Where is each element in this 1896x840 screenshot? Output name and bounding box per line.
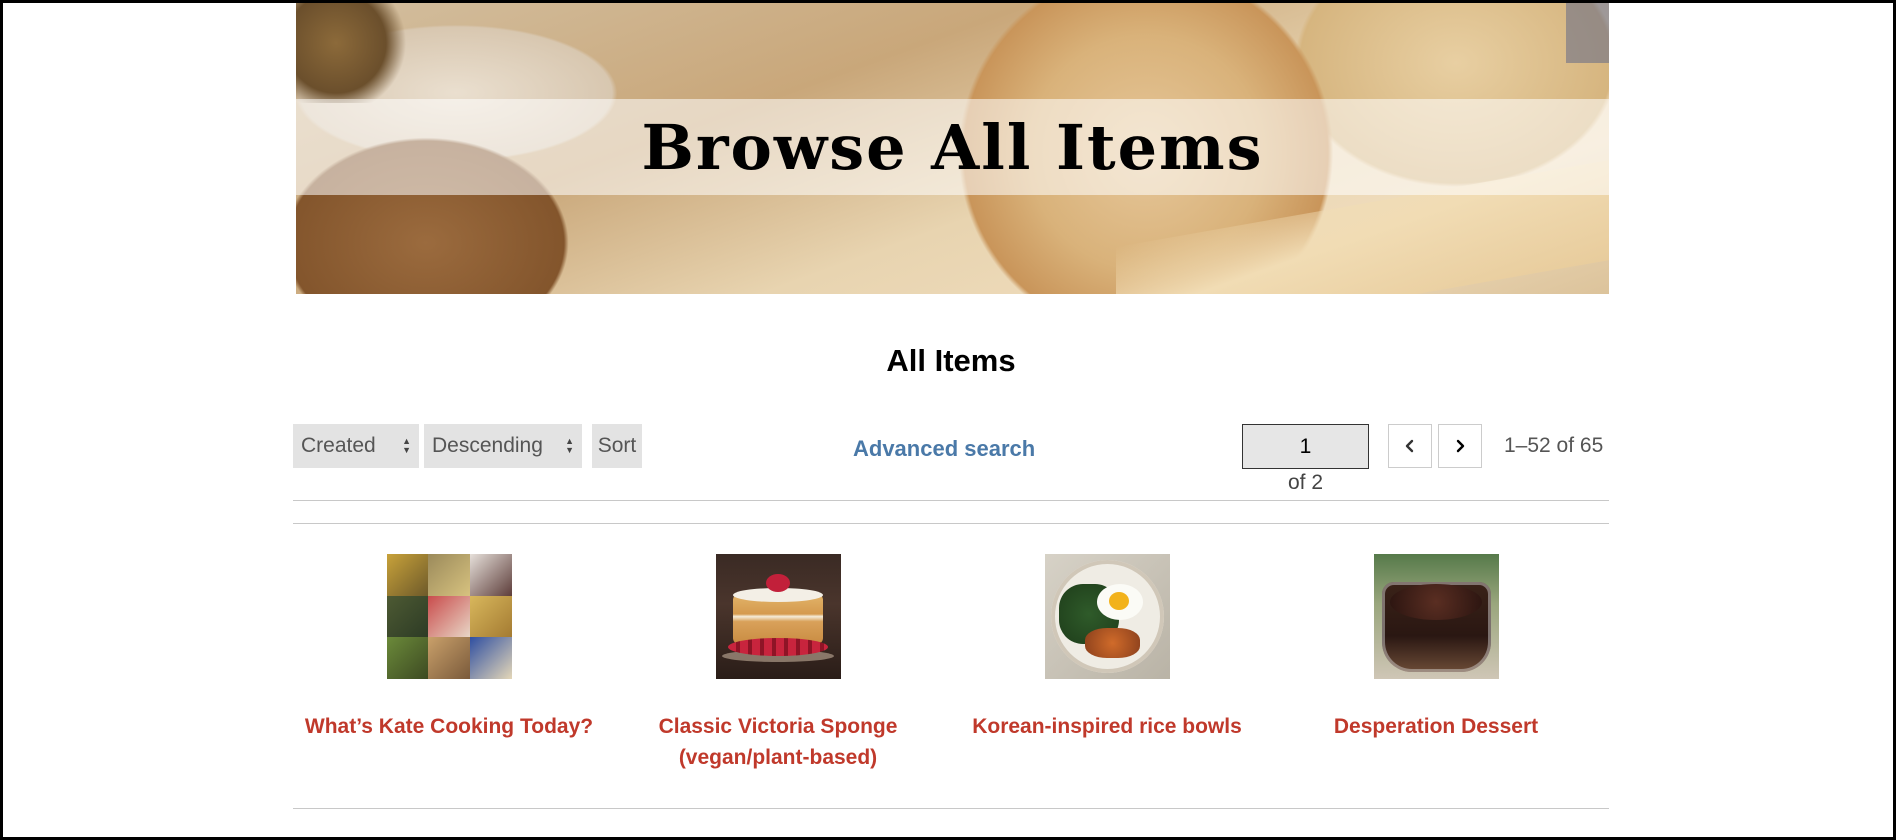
select-arrows-icon: ▲ ▼	[565, 436, 574, 455]
previous-page-button[interactable]	[1388, 424, 1432, 468]
item-title-link[interactable]: Classic Victoria Sponge (vegan/plant-bas…	[628, 711, 928, 773]
browser-viewport: Browse All Items All Items Created ▲ ▼ De…	[0, 0, 1896, 840]
list-bottom-divider	[293, 808, 1609, 809]
list-item: Classic Victoria Sponge (vegan/plant-bas…	[628, 554, 928, 773]
item-thumbnail[interactable]	[715, 554, 841, 679]
select-arrows-icon: ▲ ▼	[402, 436, 411, 455]
sort-field-select[interactable]: Created ▲ ▼	[293, 424, 419, 468]
page-number-input[interactable]	[1242, 424, 1369, 469]
item-title-link[interactable]: Korean-inspired rice bowls	[957, 711, 1257, 742]
item-thumbnail[interactable]	[1044, 554, 1170, 679]
section-title: All Items	[886, 343, 1016, 378]
page-title: Browse All Items	[641, 110, 1264, 184]
results-range: 1–52 of 65	[1504, 434, 1604, 457]
toolbar-divider	[293, 500, 1609, 501]
sort-field-value: Created	[301, 434, 376, 457]
sort-order-value: Descending	[432, 434, 543, 457]
hero-banner: Browse All Items	[296, 3, 1609, 294]
chevron-left-icon	[1405, 439, 1414, 453]
next-page-button[interactable]	[1438, 424, 1482, 468]
list-item: Korean-inspired rice bowls	[957, 554, 1257, 742]
page-count-label: of 2	[1287, 471, 1324, 494]
sort-button[interactable]: Sort	[592, 424, 642, 468]
sort-order-select[interactable]: Descending ▲ ▼	[424, 424, 582, 468]
list-item: Desperation Dessert	[1286, 554, 1586, 742]
banner-corner-shade	[1566, 3, 1609, 63]
list-top-divider	[293, 523, 1609, 524]
advanced-search-link[interactable]: Advanced search	[853, 436, 1035, 462]
list-item: What’s Kate Cooking Today?	[299, 554, 599, 742]
banner-bread-shadow	[296, 3, 416, 103]
banner-title-strip: Browse All Items	[296, 99, 1609, 195]
item-thumbnail[interactable]	[386, 554, 512, 679]
item-title-link[interactable]: Desperation Dessert	[1286, 711, 1586, 742]
item-thumbnail[interactable]	[1373, 554, 1499, 679]
chevron-right-icon	[1456, 439, 1465, 453]
item-title-link[interactable]: What’s Kate Cooking Today?	[299, 711, 599, 742]
